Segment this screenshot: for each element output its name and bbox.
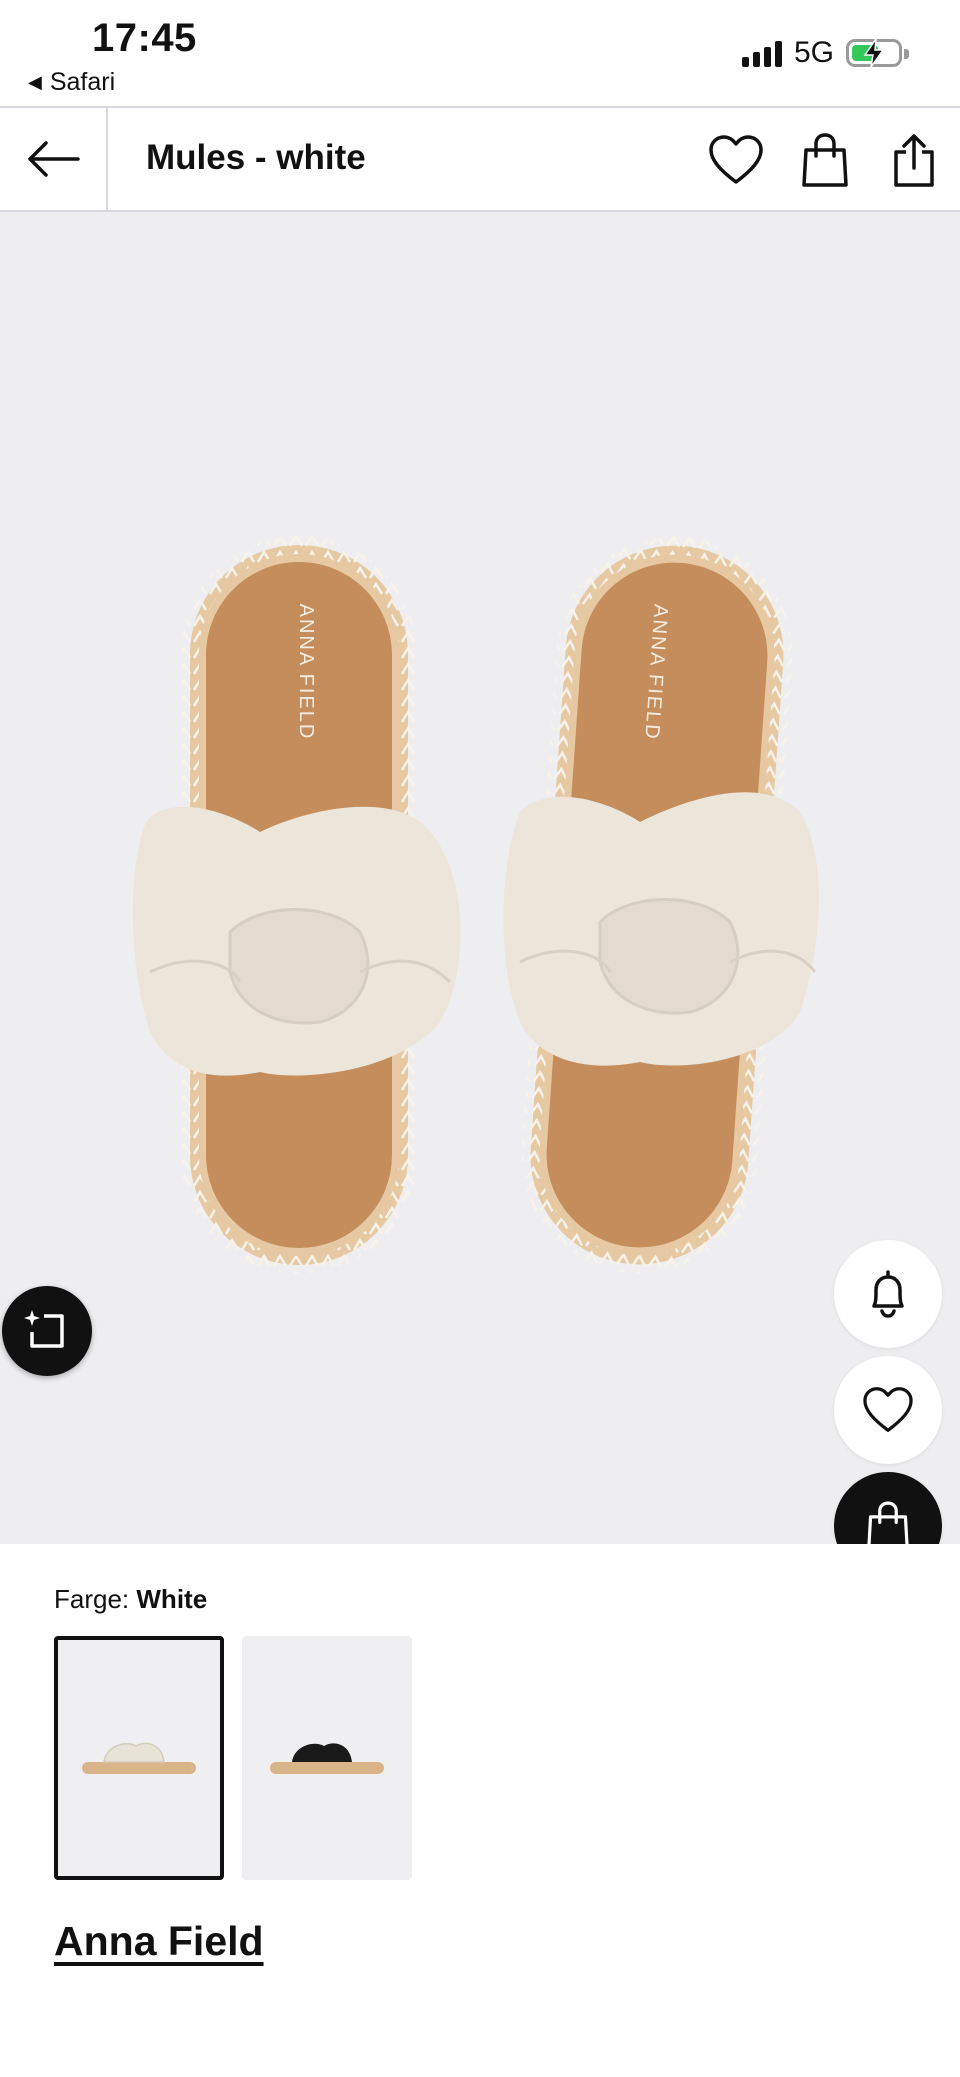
back-triangle-icon: ◀ [28,72,42,92]
status-bar: 17:45 ◀ Safari 5G [0,0,960,106]
bell-icon [872,1270,904,1318]
back-button[interactable] [0,108,108,210]
color-label-text: Farge: [54,1584,130,1614]
brand-link[interactable]: Anna Field [54,1918,264,1965]
cellular-signal-icon [741,39,782,67]
sparkle-frame-icon [24,1310,64,1348]
product-image[interactable]: ANNA FIELD ANNA FIELD [0,212,960,1544]
status-time: 17:45 [92,16,197,60]
color-swatch-black[interactable] [242,1636,412,1880]
white-sandal-thumbnail [82,1742,196,1774]
visual-search-button[interactable] [2,1286,92,1376]
back-app-label: Safari [49,68,116,96]
share-icon [894,134,934,187]
notify-button[interactable] [834,1240,942,1348]
network-type: 5G [793,36,834,69]
svg-text:ANNA FIELD: ANNA FIELD [295,604,317,741]
black-sandal-thumbnail [270,1743,384,1774]
heart-icon [863,1387,913,1432]
heart-icon [709,135,763,184]
status-indicators: 5G [741,36,909,70]
cart-button[interactable] [795,130,855,190]
arrow-left-icon [28,141,80,177]
right-sandal: ANNA FIELD [503,536,819,1274]
shopping-bag-icon [867,1501,909,1544]
selected-color-value: White [136,1584,208,1614]
page-title: Mules - white [146,138,366,177]
wishlist-button[interactable] [706,130,766,190]
color-label: Farge: White [54,1584,207,1615]
color-swatch-white[interactable] [54,1636,224,1880]
battery-charging-icon [846,39,909,67]
share-button[interactable] [884,130,944,190]
sandals-photo: ANNA FIELD ANNA FIELD [132,536,819,1274]
back-to-safari-link[interactable]: ◀ Safari [28,68,115,97]
favorite-fab-button[interactable] [834,1356,942,1464]
nav-bar: Mules - white [0,106,960,212]
left-sandal: ANNA FIELD [132,536,461,1274]
shopping-bag-icon [802,133,848,187]
